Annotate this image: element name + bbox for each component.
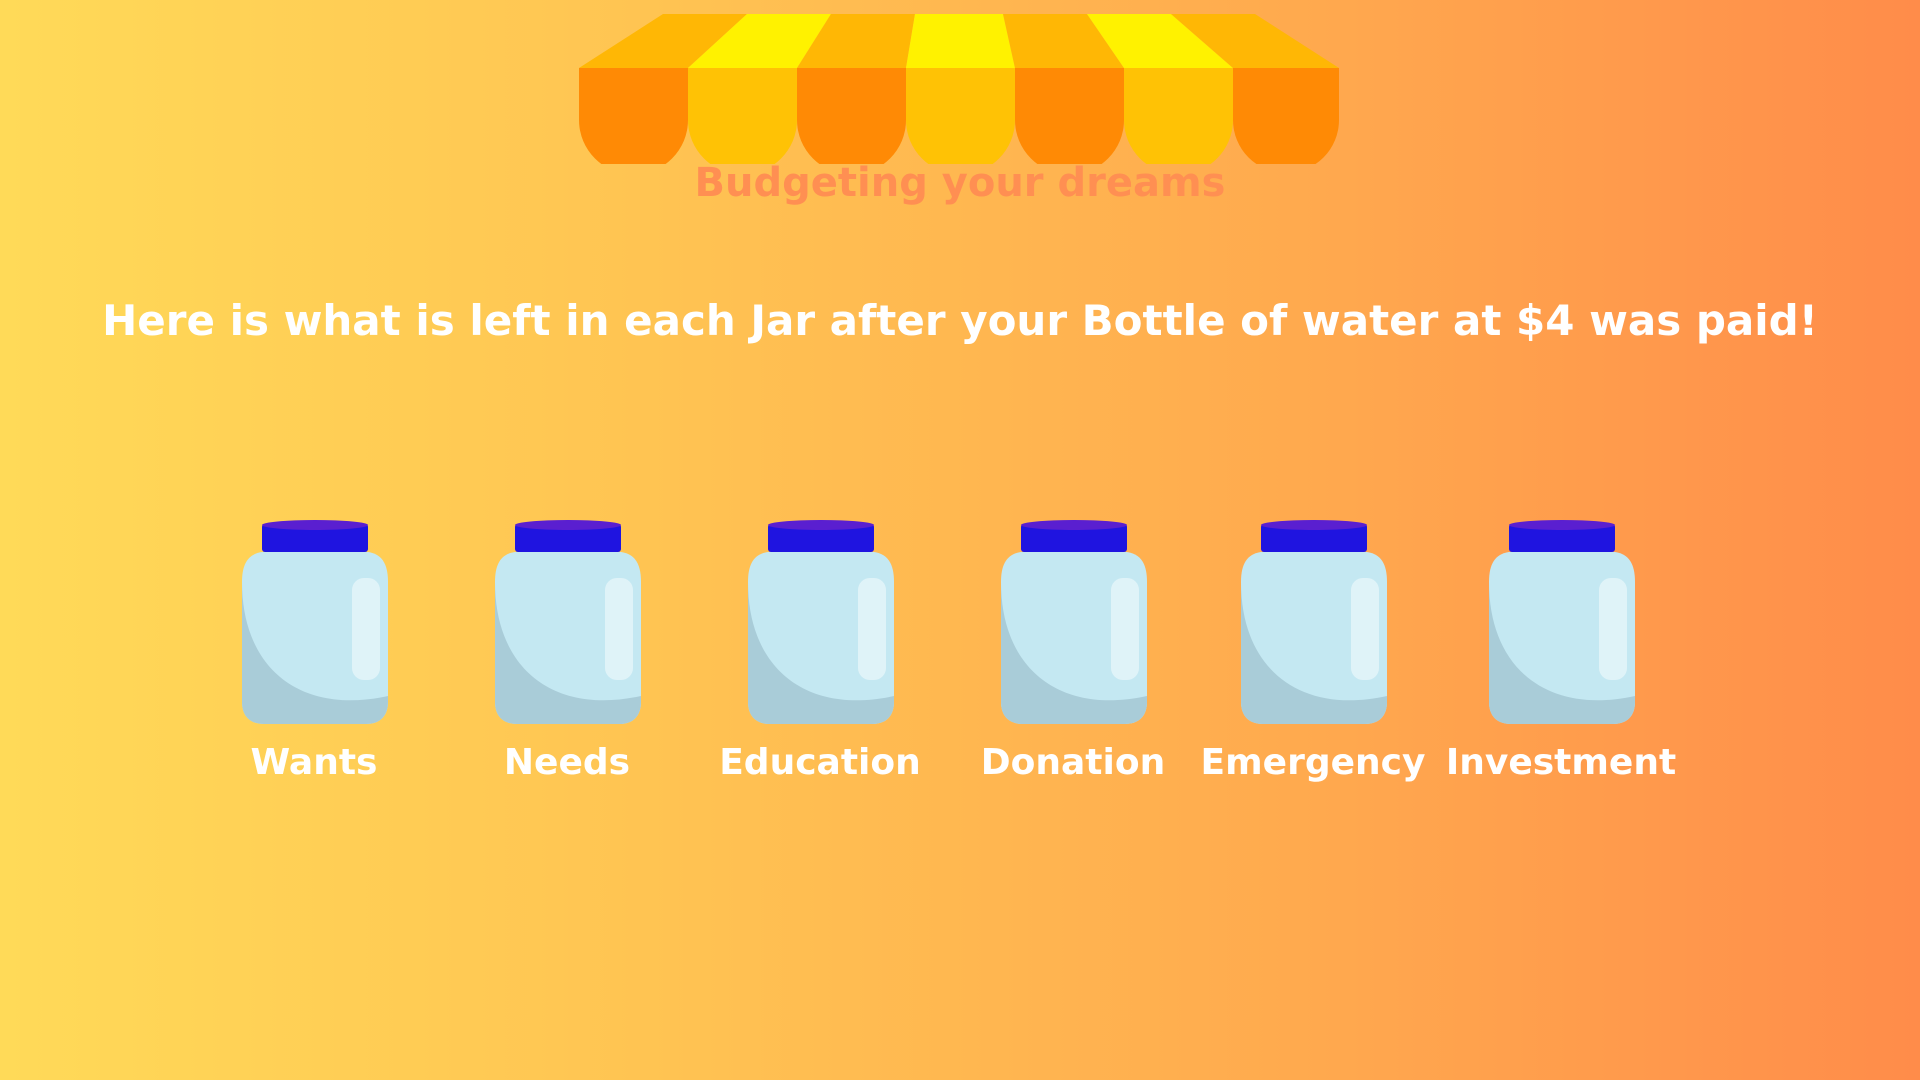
brand-title: Budgeting your dreams — [694, 160, 1226, 206]
jar-donation: Donation — [953, 520, 1193, 800]
jar-label-emergency: Emergency — [1200, 742, 1426, 783]
jar-education: Education — [700, 520, 940, 800]
jar-icon — [242, 520, 388, 724]
jar-label-needs: Needs — [503, 742, 631, 783]
jar-icon — [748, 520, 894, 724]
jar-icon — [1001, 520, 1147, 724]
jar-emergency: Emergency — [1193, 520, 1433, 800]
jar-needs: Needs — [447, 520, 687, 800]
jar-label-investment: Investment — [1445, 742, 1677, 783]
jar-label-donation: Donation — [980, 742, 1166, 783]
awning-icon — [579, 14, 1339, 164]
page-headline: Here is what is left in each Jar after y… — [102, 296, 1818, 345]
jar-icon — [1241, 520, 1387, 724]
jar-list: Wants Needs Education Donation Emergency… — [0, 520, 1920, 800]
jar-icon — [1489, 520, 1635, 724]
jar-icon — [495, 520, 641, 724]
jar-wants: Wants — [194, 520, 434, 800]
jar-label-wants: Wants — [250, 742, 378, 783]
jar-investment: Investment — [1441, 520, 1681, 800]
jar-label-education: Education — [719, 742, 921, 783]
